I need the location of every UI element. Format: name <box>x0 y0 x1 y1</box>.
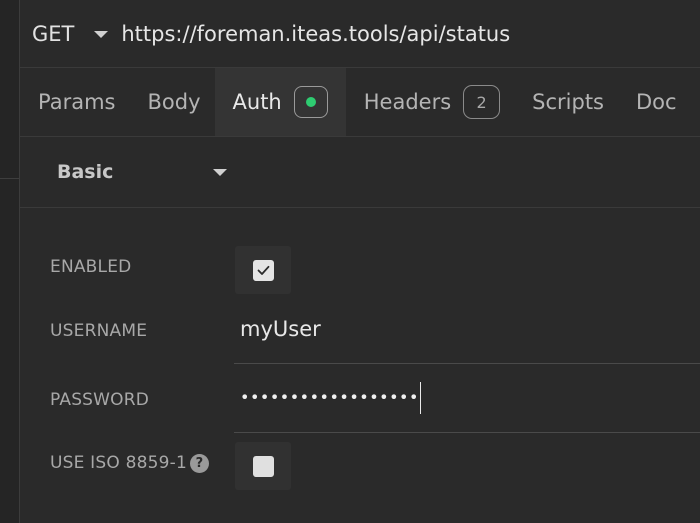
chevron-down-icon[interactable] <box>94 31 109 38</box>
enabled-checkbox-container[interactable] <box>235 246 291 294</box>
left-sidebar-edge <box>0 0 20 523</box>
tab-label: Scripts <box>532 90 604 114</box>
iso-label: USE ISO 8859-1 <box>50 453 187 473</box>
method-selector[interactable]: GET <box>32 22 74 46</box>
chevron-down-icon <box>213 169 228 176</box>
request-tabs: Params Body Auth Headers 2 Scripts Doc <box>20 68 700 137</box>
tab-label: Headers <box>363 90 452 114</box>
url-bar: GET https://foreman.iteas.tools/api/stat… <box>20 0 700 68</box>
url-input[interactable]: https://foreman.iteas.tools/api/status <box>121 22 510 46</box>
checkmark-icon <box>257 265 269 275</box>
help-icon[interactable]: ? <box>189 453 209 473</box>
username-label: USERNAME <box>50 321 148 341</box>
tab-docs[interactable]: Doc <box>618 68 691 136</box>
password-input[interactable]: •••••••••••••••••• <box>240 382 421 414</box>
iso-label-row: USE ISO 8859-1 ? <box>50 453 209 473</box>
tab-label: Body <box>147 90 201 114</box>
tab-label: Doc <box>636 90 677 114</box>
sidebar-divider <box>0 178 19 179</box>
enabled-checkbox[interactable] <box>252 259 274 281</box>
tab-headers[interactable]: Headers 2 <box>346 68 514 136</box>
enabled-label: ENABLED <box>50 257 132 277</box>
tab-body[interactable]: Body <box>130 68 215 136</box>
auth-type-selector[interactable]: Basic <box>20 137 700 208</box>
status-dot-icon <box>305 97 316 107</box>
password-field[interactable]: •••••••••••••••••• <box>234 364 700 433</box>
headers-count-badge: 2 <box>463 85 501 119</box>
text-cursor <box>419 382 421 414</box>
tab-label: Params <box>38 90 116 114</box>
tab-scripts[interactable]: Scripts <box>514 68 618 136</box>
iso-checkbox-container[interactable] <box>235 442 291 490</box>
request-pane: GET https://foreman.iteas.tools/api/stat… <box>20 0 700 523</box>
tab-auth[interactable]: Auth <box>214 68 346 136</box>
username-input[interactable]: myUser <box>240 317 321 341</box>
tab-params[interactable]: Params <box>20 68 130 136</box>
auth-type-label: Basic <box>57 161 114 183</box>
auth-status-badge <box>293 86 328 118</box>
username-field[interactable]: myUser <box>234 295 700 364</box>
tab-label: Auth <box>232 90 282 114</box>
password-label: PASSWORD <box>50 390 150 410</box>
iso-checkbox[interactable] <box>252 455 274 477</box>
password-dots: •••••••••••••••••• <box>240 387 419 407</box>
